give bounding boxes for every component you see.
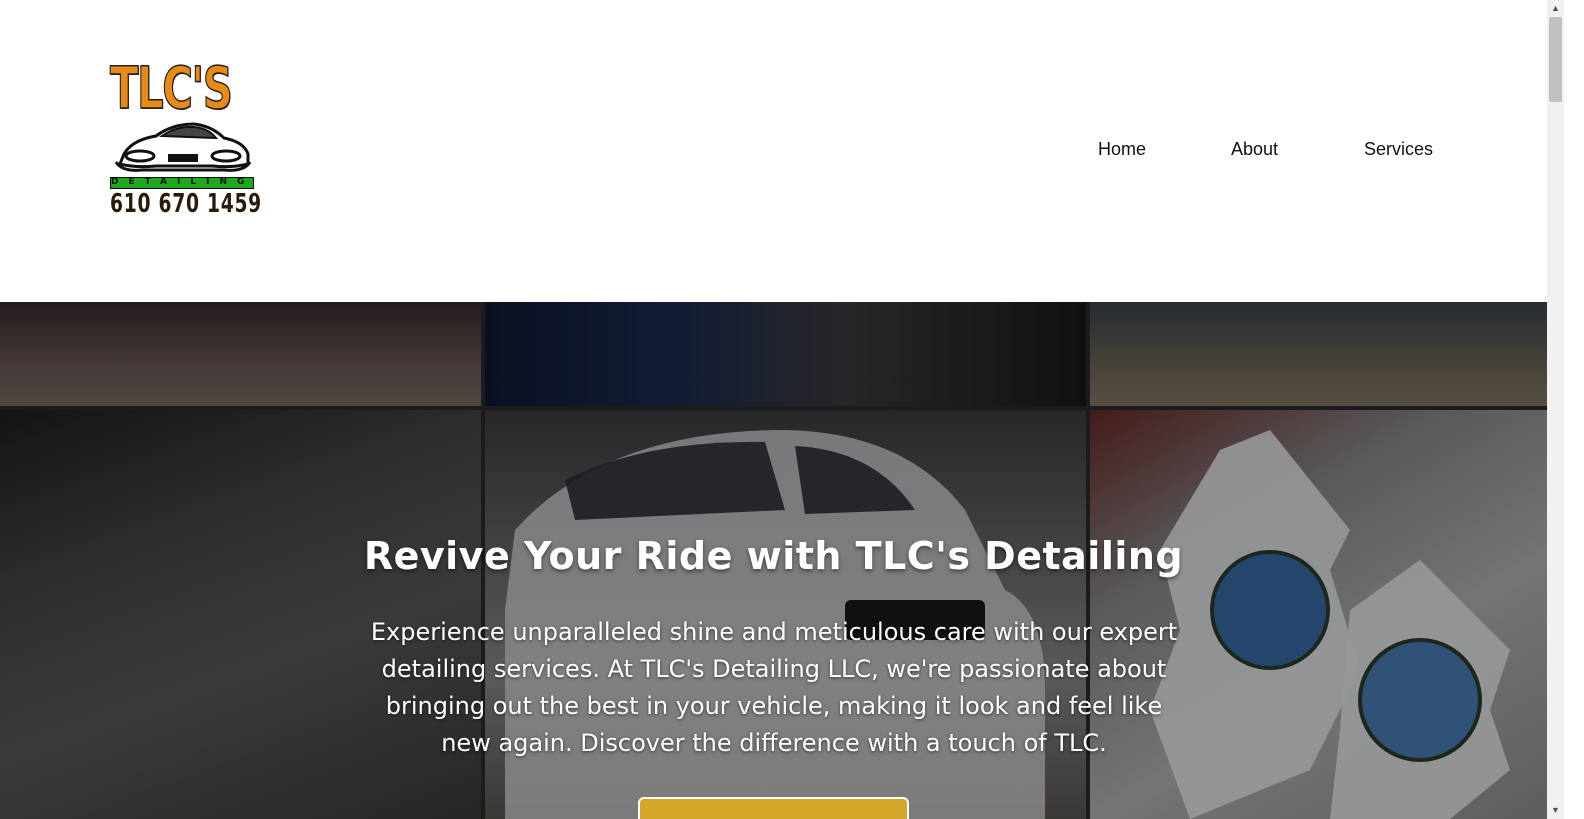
page-scrollbar[interactable]: ▲ ▼ [1547,0,1564,819]
logo-subtitle: DETAILING [110,177,254,189]
hero-title: Revive Your Ride with TLC's Detailing [363,534,1184,578]
nav-about-link[interactable]: About [1231,139,1278,160]
logo-title: TLC'S [109,54,233,122]
scroll-up-arrow-icon[interactable]: ▲ [1547,0,1564,17]
site-header: TLC'S DETAILING 610 670 1459 Home About … [0,0,1563,302]
hero-description: Experience unparalleled shine and meticu… [370,618,1178,757]
nav-home-link[interactable]: Home [1098,139,1146,160]
brand-logo[interactable]: TLC'S DETAILING 610 670 1459 [109,54,262,219]
car-icon [114,122,252,172]
logo-phone: 610 670 1459 [110,189,262,219]
scroll-thumb[interactable] [1549,17,1562,102]
nav-services-link[interactable]: Services [1364,139,1433,160]
hero-cta-button[interactable] [638,797,909,819]
hero-section: Revive Your Ride with TLC's Detailing Ex… [0,302,1563,819]
scroll-down-arrow-icon[interactable]: ▼ [1547,802,1564,819]
